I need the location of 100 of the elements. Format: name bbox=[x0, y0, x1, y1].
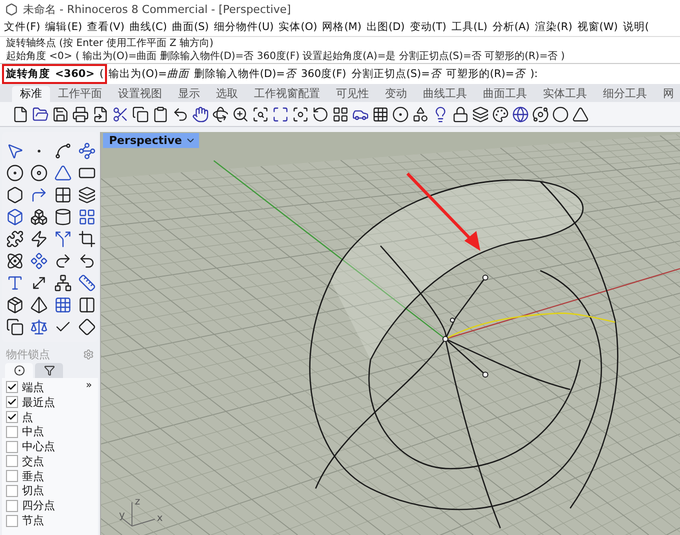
menu-item[interactable]: 实体(O) bbox=[278, 20, 318, 34]
axis-label: y bbox=[118, 510, 125, 522]
toolbar-tab[interactable]: 显示 bbox=[170, 86, 208, 102]
menu-item[interactable]: 出图(D) bbox=[366, 20, 405, 34]
file-icon[interactable] bbox=[12, 106, 29, 122]
menu-item[interactable]: 说明( bbox=[622, 20, 649, 34]
rotate-view-icon[interactable] bbox=[312, 106, 329, 122]
triangle-icon[interactable] bbox=[572, 106, 589, 122]
snap-icon bbox=[14, 365, 24, 376]
panel-tab[interactable] bbox=[5, 363, 33, 378]
default-value: <360> bbox=[55, 68, 95, 80]
grid-icon[interactable] bbox=[54, 296, 72, 314]
folder-icon[interactable] bbox=[32, 106, 49, 122]
menu-item[interactable]: 视窗(W) bbox=[577, 20, 618, 34]
pointer-icon[interactable] bbox=[6, 142, 24, 160]
layers-icon[interactable] bbox=[472, 106, 489, 122]
lock-icon[interactable] bbox=[452, 106, 469, 122]
command-option[interactable]: 可塑形的(R)=否 bbox=[446, 67, 526, 81]
osnap-label: 端点 bbox=[22, 380, 44, 395]
trim-icon[interactable] bbox=[78, 230, 96, 248]
command-option[interactable]: 360度(F) bbox=[300, 67, 346, 81]
toolbar-tab[interactable]: 网 bbox=[655, 86, 680, 102]
cut-icon[interactable] bbox=[112, 106, 129, 122]
checkbox[interactable] bbox=[6, 410, 18, 423]
osnap-label: 垂点 bbox=[22, 468, 44, 484]
toolbar-tab[interactable]: 可见性 bbox=[328, 86, 377, 102]
osnap-label: 四分点 bbox=[22, 498, 55, 514]
ruler-icon[interactable] bbox=[78, 274, 96, 292]
copy-icon[interactable] bbox=[6, 318, 24, 336]
toolbar-tab[interactable]: 工作平面 bbox=[50, 86, 110, 102]
menu-item[interactable]: 曲面(S) bbox=[172, 20, 209, 34]
checkbox[interactable] bbox=[6, 455, 18, 468]
toolbar-tab[interactable]: 变动 bbox=[377, 86, 415, 102]
checkbox[interactable] bbox=[6, 484, 18, 497]
toolbar-tab[interactable]: 实体工具 bbox=[535, 86, 595, 102]
toolbar-tab[interactable]: 设置视图 bbox=[110, 86, 170, 102]
move-icon[interactable] bbox=[30, 274, 48, 292]
checkbox[interactable] bbox=[6, 396, 18, 408]
copy-icon[interactable] bbox=[132, 106, 149, 122]
polyline-icon[interactable] bbox=[54, 142, 72, 160]
menu-item[interactable]: 渲染(R) bbox=[534, 20, 572, 34]
grid-icon[interactable] bbox=[372, 106, 389, 122]
scale-icon[interactable] bbox=[30, 318, 48, 336]
polygon-icon[interactable] bbox=[54, 164, 72, 182]
checkbox[interactable] bbox=[6, 500, 18, 512]
circle-icon[interactable] bbox=[6, 164, 24, 182]
checkbox[interactable] bbox=[6, 381, 18, 394]
checkbox[interactable] bbox=[6, 514, 18, 527]
split-icon[interactable] bbox=[54, 230, 72, 248]
zoom-in-icon[interactable] bbox=[232, 106, 249, 122]
toolbar-tab[interactable]: 曲线工具 bbox=[415, 86, 475, 102]
text-icon[interactable] bbox=[6, 274, 24, 292]
zoom-window-icon[interactable] bbox=[252, 106, 269, 122]
menu-item[interactable]: 网格(M) bbox=[322, 20, 362, 34]
save-icon[interactable] bbox=[52, 106, 69, 122]
command-option[interactable]: 分割正切点(S)=否 bbox=[351, 67, 441, 81]
menu-item[interactable]: 编辑(E) bbox=[45, 20, 82, 34]
puzzle-icon[interactable] bbox=[6, 230, 24, 248]
printer-icon[interactable] bbox=[72, 106, 89, 122]
hand-icon[interactable] bbox=[192, 106, 209, 122]
menu-item[interactable]: 细分物件(U) bbox=[214, 20, 274, 34]
cylinder-icon[interactable] bbox=[54, 208, 72, 226]
command-option[interactable]: 删除输入物件(D)=否 bbox=[194, 67, 296, 81]
hexagon-icon[interactable] bbox=[6, 186, 24, 204]
menu-item[interactable]: 工具(L) bbox=[451, 20, 488, 34]
zoom-extents-icon[interactable] bbox=[272, 106, 289, 122]
menu-item[interactable]: 分析(A) bbox=[492, 20, 530, 34]
menu-item[interactable]: 文件(F) bbox=[4, 20, 40, 34]
toolbar-tab[interactable]: 标准 bbox=[12, 86, 50, 102]
curve-icon[interactable] bbox=[78, 142, 96, 160]
toolbar-tab[interactable]: 曲面工具 bbox=[475, 86, 535, 102]
orbit-icon[interactable] bbox=[532, 106, 549, 122]
zoom-selected-icon[interactable] bbox=[292, 106, 309, 122]
viewport-layout-icon[interactable] bbox=[332, 106, 349, 122]
toolbar-tab[interactable]: 工作视窗配置 bbox=[246, 86, 328, 102]
shapes-icon[interactable] bbox=[412, 106, 429, 122]
osnap-label: 中心点 bbox=[22, 439, 55, 454]
toolbar-tab[interactable]: 细分工具 bbox=[595, 86, 655, 102]
axis-label: x bbox=[156, 513, 163, 524]
command-option[interactable]: 输出为(O)=曲面 bbox=[108, 67, 189, 81]
check-icon bbox=[7, 382, 17, 392]
checkbox[interactable] bbox=[6, 426, 18, 438]
snap-icon[interactable] bbox=[392, 106, 409, 122]
panel-tab[interactable] bbox=[35, 363, 63, 378]
document-icon[interactable] bbox=[92, 106, 109, 122]
osnap-label: 中点 bbox=[22, 424, 44, 440]
toolbar-tab[interactable]: 选取 bbox=[208, 86, 246, 102]
rotate-icon[interactable] bbox=[212, 106, 229, 122]
box-icon[interactable] bbox=[6, 208, 24, 226]
checkbox[interactable] bbox=[6, 470, 18, 482]
viewport-title-tab[interactable]: Perspective bbox=[103, 133, 200, 148]
expand-chevron[interactable]: » bbox=[86, 380, 92, 391]
check-icon bbox=[7, 397, 17, 408]
menu-item[interactable]: 查看(V) bbox=[87, 20, 124, 34]
undo-icon[interactable] bbox=[172, 106, 189, 122]
menu-item[interactable]: 曲线(C) bbox=[129, 20, 167, 34]
checkbox[interactable] bbox=[6, 440, 18, 453]
paste-icon[interactable] bbox=[152, 106, 169, 122]
menu-item[interactable]: 变动(T) bbox=[410, 20, 446, 34]
command-history-line: 起始角度 <0> ( 输出为(O)=曲面 删除输入物件(D)=否 360度(F) 设置起始角度(A)=是 分割正切点(S)=否 可塑形的(R)=否 ) bbox=[6, 50, 566, 63]
